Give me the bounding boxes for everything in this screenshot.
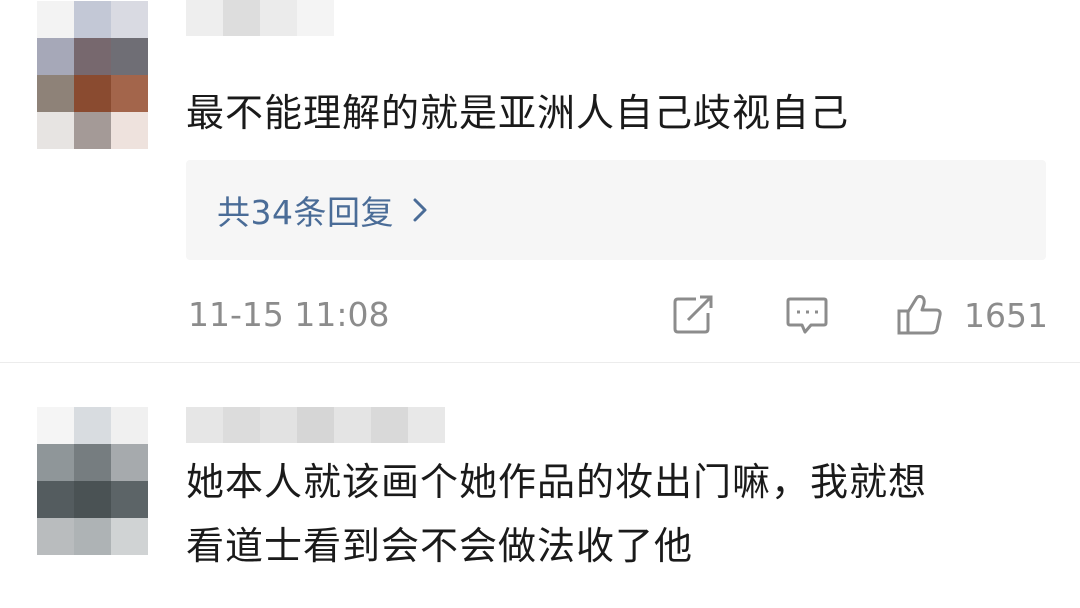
comment-item: 最不能理解的就是亚洲人自己歧视自己 共34条回复 11-15 11:08 165… — [0, 0, 1080, 362]
comment-icon — [786, 297, 828, 334]
comment-text-line: 看道士看到会不会做法收了他 — [186, 524, 694, 568]
reply-button[interactable] — [785, 292, 829, 338]
view-replies-button[interactable]: 共34条回复 — [186, 160, 1046, 260]
comment-item: 她本人就该画个她作品的妆出门嘛，我就想 看道士看到会不会做法收了他 — [0, 363, 1080, 608]
avatar[interactable] — [37, 1, 148, 149]
chevron-right-icon — [412, 195, 434, 225]
like-count: 1651 — [964, 295, 1048, 335]
timestamp: 11-15 11:08 — [188, 295, 390, 334]
like-button[interactable]: 1651 — [896, 292, 1048, 338]
comment-meta-row: 11-15 11:08 1651 — [0, 290, 1080, 340]
share-icon — [673, 295, 713, 334]
comment-text: 最不能理解的就是亚洲人自己歧视自己 — [186, 91, 850, 135]
username-pixelated[interactable] — [186, 407, 445, 443]
share-button[interactable] — [672, 292, 716, 338]
comment-text-line: 她本人就该画个她作品的妆出门嘛，我就想 — [186, 460, 928, 504]
username-pixelated[interactable] — [186, 0, 334, 36]
thumbs-up-icon — [897, 294, 942, 335]
avatar[interactable] — [37, 407, 148, 555]
replies-count-label: 共34条回复 — [217, 193, 394, 232]
